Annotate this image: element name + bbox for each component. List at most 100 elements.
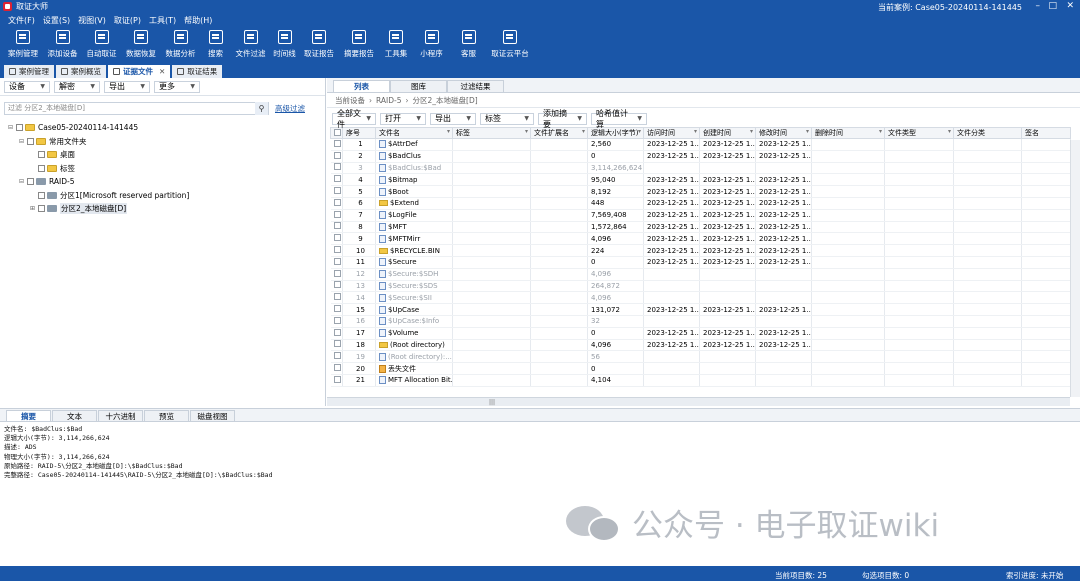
row-checkbox-cell[interactable] [330,209,343,222]
column-header[interactable]: 逻辑大小(字节) ▾ [587,127,644,139]
tree-checkbox[interactable] [27,137,34,145]
table-row[interactable]: 5 $Boot 8,192 2023-12-25 1... 2023-12-25 1..… [330,185,1071,198]
checkbox[interactable] [333,257,341,265]
column-filter-icon[interactable]: ▾ [694,129,697,136]
detail-tab[interactable]: 预览 [144,410,189,421]
table-row[interactable]: 1 $AttrDef 2,560 2023-12-25 1... 2023-12-25 … [330,138,1071,151]
checkbox[interactable] [333,316,341,324]
maximize-icon[interactable]: □ [1048,1,1057,11]
row-checkbox-cell[interactable] [330,350,343,364]
tree-node[interactable]: ⊟ Case05-20240114-141445 [8,121,325,135]
checkbox[interactable] [333,222,341,230]
checkbox[interactable] [333,175,341,183]
file-name-cell[interactable]: MFT Allocation Bit... [375,374,453,387]
file-name-cell[interactable]: $Secure [375,256,453,269]
file-name-cell[interactable]: (Root directory) [375,339,453,352]
page-tab[interactable]: 取证结果 [172,65,223,78]
row-checkbox-cell[interactable] [330,138,343,151]
table-row[interactable]: 21 MFT Allocation Bit... 4,104 [330,374,1071,387]
checkbox[interactable] [333,151,341,159]
dropdown[interactable]: 更多 ▼ [154,80,200,93]
collapse-icon[interactable]: ⊟ [19,138,27,145]
table-row[interactable]: 15 $UpCase 131,072 2023-12-25 1... 2023-12-2… [330,303,1071,316]
view-tab[interactable]: 过滤结果 [447,80,504,92]
select-all-checkbox[interactable] [330,127,343,139]
table-row[interactable]: 6 $Extend 448 2023-12-25 1... 2023-12-25 1..… [330,197,1071,210]
tree-checkbox[interactable] [16,124,23,132]
column-header[interactable]: 删除时间 ▾ [811,127,885,139]
table-row[interactable]: 8 $MFT 1,572,864 2023-12-25 1... 2023-12-25 … [330,221,1071,234]
page-tab[interactable]: 案例管理 [4,65,54,78]
toolbar-button[interactable]: 摘要报告 [339,27,379,63]
grid-toolbar-dropdown[interactable]: 全部文件 ▼ [332,109,376,129]
minimize-icon[interactable]: – [1036,1,1041,11]
row-checkbox-cell[interactable] [330,221,343,234]
checkbox[interactable] [333,187,341,195]
tab-close-icon[interactable]: ✕ [159,67,165,76]
tree-checkbox[interactable] [38,205,45,213]
table-row[interactable]: 11 $Secure 0 2023-12-25 1... 2023-12-25 1...… [330,256,1071,269]
checkbox[interactable] [333,210,341,218]
view-tab[interactable]: 图库 [390,80,447,92]
toolbar-button[interactable]: 添加设备 [43,27,82,63]
toolbar-button[interactable]: 时间线 [270,27,299,63]
toolbar-button[interactable]: 自动取证 [82,27,121,63]
checkbox[interactable] [333,352,341,360]
horizontal-scrollbar[interactable]: ||| [327,397,1070,406]
menu-item[interactable]: 工具(T) [149,15,176,26]
file-name-cell[interactable]: $BadClus [375,150,453,163]
toolbar-button[interactable]: 工具集 [379,27,413,63]
toolbar-button[interactable]: 数据恢复 [121,27,161,63]
menu-item[interactable]: 设置(S) [43,15,70,26]
table-row[interactable]: 10 $RECYCLE.BIN 224 2023-12-25 1... 2023-12-… [330,244,1071,257]
column-filter-icon[interactable]: ▾ [879,129,882,136]
grid-toolbar-dropdown[interactable]: 哈希值计算 ▼ [591,109,647,129]
column-header[interactable]: 文件分类 [953,127,1022,139]
table-row[interactable]: 18 (Root directory) 4,096 2023-12-25 1... 20… [330,339,1071,352]
file-name-cell[interactable]: $Boot [375,185,453,198]
table-row[interactable]: 7 $LogFile 7,569,408 2023-12-25 1... 2023-12… [330,209,1071,222]
table-row[interactable]: 19 (Root directory):... 56 [330,350,1071,364]
vertical-scrollbar[interactable] [1070,140,1080,397]
breadcrumb-item[interactable]: 分区2_本地磁盘[D] [413,95,478,106]
detail-tab[interactable]: 文本 [52,410,97,421]
checkbox[interactable] [333,328,341,336]
checkbox[interactable] [333,293,341,301]
tree-node[interactable]: 桌面 [8,148,325,162]
tree-node[interactable]: 标签 [8,162,325,176]
close-icon[interactable]: ✕ [1066,1,1074,11]
column-header[interactable]: 创建时间 ▾ [699,127,756,139]
checkbox[interactable] [334,128,341,136]
checkbox[interactable] [333,375,341,383]
column-filter-icon[interactable]: ▾ [447,129,450,136]
tree-node[interactable]: 分区1[Microsoft reserved partition] [8,189,325,203]
detail-tab[interactable]: 磁盘视图 [190,410,235,421]
advanced-filter-link[interactable]: 高级过滤 [275,103,305,114]
page-tab[interactable]: 案例概览 [56,65,106,78]
checkbox[interactable] [333,364,341,372]
file-name-cell[interactable]: $MFTMirr [375,232,453,246]
menu-item[interactable]: 文件(F) [8,15,35,26]
toolbar-button[interactable]: 客服 [450,27,487,63]
table-row[interactable]: 14 $Secure:$SII 4,096 [330,291,1071,305]
toolbar-button[interactable]: 小程序 [413,27,450,63]
column-header[interactable]: 访问时间 ▾ [643,127,700,139]
column-filter-icon[interactable]: ▾ [806,129,809,136]
file-name-cell[interactable]: $Volume [375,327,453,340]
row-checkbox-cell[interactable] [330,256,343,269]
dropdown[interactable]: 导出 ▼ [104,80,150,93]
menu-item[interactable]: 帮助(H) [184,15,212,26]
menu-item[interactable]: 视图(V) [78,15,106,26]
row-checkbox-cell[interactable] [330,303,343,316]
file-name-cell[interactable]: $Secure:$SDS [375,280,453,293]
table-row[interactable]: 2 $BadClus 0 2023-12-25 1... 2023-12-25 1...… [330,150,1071,163]
table-row[interactable]: 9 $MFTMirr 4,096 2023-12-25 1... 2023-12-25 … [330,232,1071,246]
row-checkbox-cell[interactable] [330,280,343,293]
grid-toolbar-dropdown[interactable]: 导出 ▼ [430,112,476,125]
file-name-cell[interactable]: $LogFile [375,209,453,222]
table-row[interactable]: 12 $Secure:$SDH 4,096 [330,268,1071,281]
tree-checkbox[interactable] [38,191,45,199]
row-checkbox-cell[interactable] [330,232,343,246]
row-checkbox-cell[interactable] [330,150,343,163]
column-header[interactable]: 文件名 ▾ [375,127,453,139]
